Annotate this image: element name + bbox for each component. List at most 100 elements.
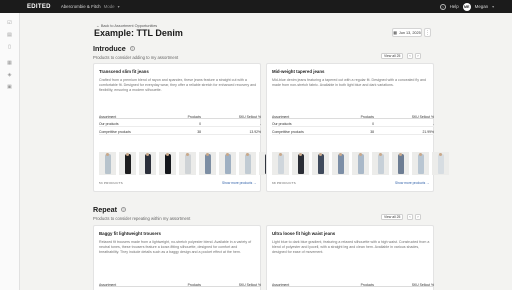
- product-thumbnail[interactable]: [99, 152, 116, 175]
- product-figure: [397, 152, 404, 174]
- product-card[interactable]: Baggy fit lightweight trousers Relaxed f…: [93, 225, 261, 290]
- product-thumbnail[interactable]: [179, 152, 196, 175]
- section-subtitle: Products to consider repeating within my…: [93, 216, 191, 221]
- product-thumbnail[interactable]: [372, 152, 389, 175]
- product-thumbnail[interactable]: [272, 152, 289, 175]
- chevron-down-icon: ▾: [117, 5, 120, 9]
- help-icon[interactable]: ?: [439, 3, 446, 10]
- tag-icon[interactable]: ◈: [6, 72, 13, 78]
- product-figure: [377, 152, 384, 174]
- col-header: SKU Sellout %: [411, 282, 434, 287]
- logo[interactable]: EDITED: [27, 4, 51, 10]
- product-thumbnail[interactable]: [199, 152, 216, 175]
- card-description: Relaxed fit trousers made from a lightwe…: [99, 240, 252, 255]
- chevron-down-icon[interactable]: ▾: [492, 4, 494, 9]
- document-icon[interactable]: ▯: [6, 44, 13, 50]
- view-all-button[interactable]: View all 25: [381, 214, 404, 220]
- product-figure: [184, 152, 191, 174]
- grid-icon[interactable]: ▦: [6, 60, 13, 66]
- col-header: Products: [360, 114, 374, 119]
- table-header: Assortment Products SKU Sellout %: [272, 114, 434, 119]
- section-title-text: Introduce: [93, 44, 126, 53]
- avatar[interactable]: ME: [462, 2, 471, 11]
- date-value: Jun 13, 2025: [398, 30, 421, 35]
- info-icon[interactable]: ?: [129, 46, 135, 51]
- checklist-icon[interactable]: ☑: [6, 20, 13, 26]
- archive-icon[interactable]: ▣: [6, 84, 13, 90]
- section-title-repeat: Repeat ?: [93, 205, 126, 214]
- cell: 38: [197, 129, 201, 134]
- cell: Competitive products: [272, 129, 304, 134]
- info-icon[interactable]: ?: [120, 207, 126, 212]
- table-row: Competitive products 38 21.99%: [272, 129, 434, 135]
- product-card[interactable]: Ultra loose fit high waist jeans Light b…: [266, 225, 434, 290]
- product-figure: [144, 152, 151, 174]
- layers-icon[interactable]: ▤: [6, 32, 13, 38]
- product-thumbnail[interactable]: [432, 152, 449, 175]
- product-card[interactable]: Transcend slim fit jeans Crafted from a …: [93, 63, 276, 192]
- col-header: Assortment: [99, 282, 117, 287]
- show-more-link[interactable]: Show more products →: [395, 181, 429, 185]
- product-thumbnail[interactable]: [159, 152, 176, 175]
- date-picker[interactable]: ▦ Jun 13, 2025: [392, 28, 422, 37]
- section-subtitle: Products to consider adding to my assort…: [93, 55, 179, 60]
- cell: -: [259, 121, 261, 126]
- product-thumbnail[interactable]: [139, 152, 156, 175]
- brand-selector[interactable]: Abercrombie & Fitch Mode ▾: [61, 4, 120, 9]
- col-header: SKU Sellout %: [238, 114, 261, 119]
- product-thumbnail[interactable]: [332, 152, 349, 175]
- card-title: Baggy fit lightweight trousers: [99, 231, 161, 236]
- product-figure: [104, 152, 111, 174]
- table-row: Our products 0 -: [272, 121, 434, 127]
- prev-arrow-button[interactable]: ‹: [407, 214, 413, 220]
- col-header: Products: [187, 282, 201, 287]
- cell: 13.92%: [249, 129, 262, 134]
- col-header: Assortment: [272, 282, 290, 287]
- calendar-icon: ▦: [393, 31, 397, 35]
- cell: 21.99%: [422, 129, 435, 134]
- help-link[interactable]: Help: [450, 4, 459, 9]
- product-thumbnail[interactable]: [119, 152, 136, 175]
- product-figure: [277, 152, 284, 174]
- product-figure: [164, 152, 171, 174]
- card-description: Mid-blue denim jeans featuring a tapered…: [272, 78, 427, 88]
- product-figure: [244, 152, 251, 174]
- product-thumbnail[interactable]: [352, 152, 369, 175]
- cell: 0: [372, 121, 374, 126]
- product-thumbnail[interactable]: [219, 152, 236, 175]
- edit-icon[interactable]: ✎: [168, 32, 171, 37]
- card-title: Ultra loose fit high waist jeans: [272, 231, 336, 236]
- col-header: Assortment: [99, 114, 117, 119]
- product-thumbnail[interactable]: [392, 152, 409, 175]
- product-thumbnail[interactable]: [412, 152, 429, 175]
- product-thumbnails: [99, 152, 276, 175]
- col-header: Products: [360, 282, 374, 287]
- product-thumbnail[interactable]: [312, 152, 329, 175]
- product-thumbnail[interactable]: [292, 152, 309, 175]
- next-arrow-button[interactable]: ›: [415, 214, 421, 220]
- cell: 0: [199, 121, 201, 126]
- show-more-link[interactable]: Show more products →: [222, 181, 256, 185]
- next-arrow-button[interactable]: ›: [415, 53, 421, 59]
- cell: Our products: [99, 121, 119, 126]
- top-bar: EDITED Abercrombie & Fitch Mode ▾ ? Help…: [0, 0, 512, 13]
- prev-arrow-button[interactable]: ‹: [407, 53, 413, 59]
- more-options-button[interactable]: ⋮: [424, 28, 431, 37]
- product-figure: [297, 152, 304, 174]
- card-title: Transcend slim fit jeans: [99, 69, 149, 74]
- user-name[interactable]: Megan: [475, 4, 488, 9]
- cell: -: [432, 121, 434, 126]
- view-all-label: View all 25: [384, 54, 401, 58]
- product-thumbnail[interactable]: [239, 152, 256, 175]
- col-header: Products: [187, 114, 201, 119]
- product-card[interactable]: Mid-weight tapered jeans Mid-blue denim …: [266, 63, 449, 192]
- cell: Our products: [272, 121, 292, 126]
- section-title-introduce: Introduce ?: [93, 44, 135, 53]
- card-description: Crafted from a premium blend of rayon an…: [99, 78, 257, 93]
- product-figure: [204, 152, 211, 174]
- table-row: Our products 0 -: [99, 121, 261, 127]
- product-figure: [317, 152, 324, 174]
- table-header: Assortment Products SKU Sellout %: [99, 282, 261, 287]
- table-row: Competitive products 38 13.92%: [99, 129, 261, 135]
- view-all-button[interactable]: View all 25: [381, 53, 404, 59]
